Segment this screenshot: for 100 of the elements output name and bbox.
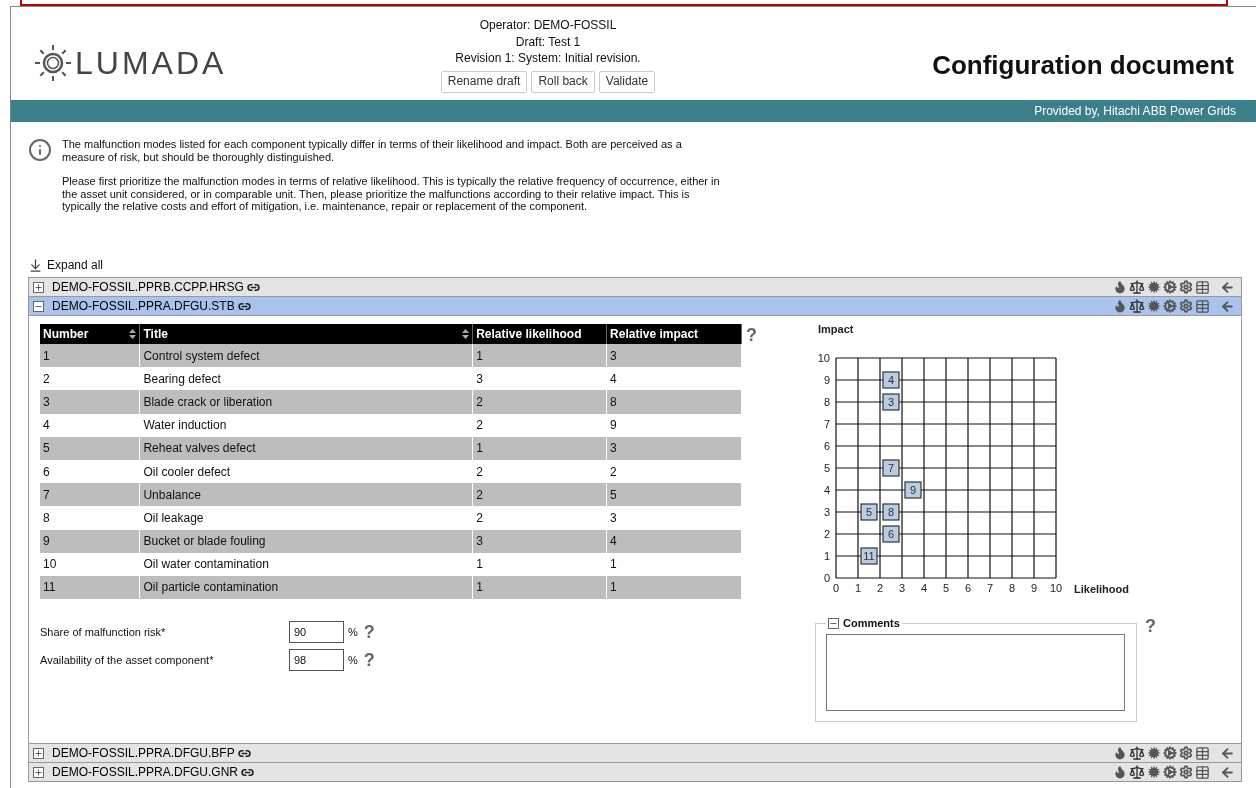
expand-icon[interactable] bbox=[33, 281, 44, 293]
gear-icon[interactable] bbox=[1179, 765, 1193, 779]
section-title: DEMO-FOSSIL.PPRB.CCPP.HRSG bbox=[52, 279, 244, 296]
table-cell: Oil leakage bbox=[139, 506, 473, 530]
y-tick-label: 8 bbox=[823, 396, 830, 408]
x-tick-label: 5 bbox=[942, 582, 950, 594]
table-cell: 4 bbox=[40, 413, 140, 437]
info-icon bbox=[28, 138, 52, 162]
expand-all-button[interactable]: Expand all bbox=[28, 257, 104, 273]
help-icon[interactable]: ? bbox=[746, 326, 757, 344]
y-tick-label: 7 bbox=[823, 418, 830, 430]
cogs-icon[interactable] bbox=[1163, 280, 1177, 294]
help-icon[interactable]: ? bbox=[363, 623, 375, 642]
x-tick-label: 9 bbox=[1030, 582, 1038, 594]
y-tick-label: 5 bbox=[823, 462, 830, 474]
section-header[interactable]: DEMO-FOSSIL.PPRA.DFGU.GNR bbox=[29, 763, 1241, 782]
toolbar-button[interactable]: Rename draft bbox=[440, 70, 528, 93]
table-cell: 2 bbox=[472, 506, 607, 530]
balance-scale-icon[interactable] bbox=[1129, 745, 1145, 761]
data-point[interactable]: 3 bbox=[882, 393, 900, 411]
table-cell: 10 bbox=[40, 552, 140, 576]
unit-text: % bbox=[348, 652, 358, 668]
gear-icon[interactable] bbox=[1179, 746, 1193, 760]
flame-icon[interactable] bbox=[1113, 765, 1127, 779]
help-icon[interactable]: ? bbox=[363, 651, 375, 670]
logo-text: LUMADA bbox=[75, 44, 227, 83]
table-cell: Blade crack or liberation bbox=[139, 390, 473, 414]
flame-icon[interactable] bbox=[1113, 299, 1127, 313]
comments-field[interactable] bbox=[826, 633, 1125, 711]
cogs-icon[interactable] bbox=[1163, 746, 1177, 760]
table-cell: 3 bbox=[40, 390, 140, 414]
data-point[interactable]: 11 bbox=[860, 547, 878, 565]
table-cell: 3 bbox=[472, 529, 607, 553]
burst-icon[interactable] bbox=[1147, 765, 1161, 779]
cogs-icon[interactable] bbox=[1163, 299, 1177, 313]
number-field[interactable]: 98 bbox=[289, 649, 344, 672]
x-tick-label: 3 bbox=[898, 582, 906, 594]
flame-icon[interactable] bbox=[1113, 280, 1127, 294]
table-icon[interactable] bbox=[1195, 298, 1210, 314]
data-point[interactable]: 7 bbox=[882, 459, 900, 477]
table-cell: Oil water contamination bbox=[139, 552, 473, 576]
table-cell: 9 bbox=[606, 413, 742, 437]
sort-icon[interactable] bbox=[462, 329, 470, 339]
toolbar-button[interactable]: Validate bbox=[598, 70, 656, 93]
table-cell: 3 bbox=[606, 506, 742, 530]
flame-icon[interactable] bbox=[1113, 746, 1127, 760]
table-icon[interactable] bbox=[1195, 279, 1210, 295]
x-tick-label: 4 bbox=[920, 582, 928, 594]
burst-icon[interactable] bbox=[1147, 746, 1161, 760]
table-cell: 2 bbox=[472, 390, 607, 414]
data-point[interactable]: 9 bbox=[904, 481, 922, 499]
data-point[interactable]: 5 bbox=[860, 503, 878, 521]
help-icon[interactable]: ? bbox=[1145, 617, 1156, 635]
cogs-icon[interactable] bbox=[1163, 765, 1177, 779]
x-tick-label: 8 bbox=[1008, 582, 1016, 594]
balance-scale-icon[interactable] bbox=[1129, 279, 1145, 295]
data-point[interactable]: 4 bbox=[882, 371, 900, 389]
data-point[interactable]: 8 bbox=[882, 503, 900, 521]
burst-icon[interactable] bbox=[1147, 280, 1161, 294]
y-tick-label: 1 bbox=[823, 550, 830, 562]
table-cell: 1 bbox=[472, 575, 607, 600]
table-cell: 8 bbox=[606, 390, 742, 414]
y-axis-title: Impact bbox=[818, 323, 854, 335]
draft-text: Draft: Test 1 bbox=[515, 33, 581, 50]
balance-scale-icon[interactable] bbox=[1129, 298, 1145, 314]
table-cell: 5 bbox=[40, 436, 140, 460]
collapse-icon[interactable] bbox=[33, 300, 44, 312]
section-header[interactable]: DEMO-FOSSIL.PPRA.DFGU.BFP bbox=[29, 744, 1241, 763]
expand-all-icon[interactable] bbox=[28, 257, 43, 273]
section-header[interactable]: DEMO-FOSSIL.PPRB.CCPP.HRSG bbox=[29, 278, 1241, 297]
collapse-icon[interactable] bbox=[828, 617, 839, 629]
table-icon[interactable] bbox=[1195, 764, 1210, 780]
data-point[interactable]: 6 bbox=[882, 525, 900, 543]
burst-icon[interactable] bbox=[1147, 299, 1161, 313]
gear-icon[interactable] bbox=[1179, 280, 1193, 294]
logo-sun-icon bbox=[33, 43, 73, 83]
table-cell: Oil particle contamination bbox=[139, 575, 473, 600]
table-icon[interactable] bbox=[1195, 745, 1210, 761]
operator-text: Operator: DEMO-FOSSIL bbox=[479, 17, 617, 34]
y-tick-label: 2 bbox=[823, 528, 830, 540]
table-cell: 1 bbox=[472, 436, 607, 460]
sort-icon[interactable] bbox=[129, 329, 137, 339]
y-tick-label: 6 bbox=[823, 440, 830, 452]
table-cell: 9 bbox=[40, 529, 140, 553]
y-tick-label: 9 bbox=[823, 374, 830, 386]
balance-scale-icon[interactable] bbox=[1129, 764, 1145, 780]
expand-icon[interactable] bbox=[33, 747, 44, 759]
unit-text: % bbox=[348, 624, 358, 640]
section-header[interactable]: DEMO-FOSSIL.PPRA.DFGU.STB bbox=[29, 297, 1241, 316]
revision-text: Revision 1: System: Initial revision. bbox=[455, 50, 641, 67]
page-title: Configuration document bbox=[932, 49, 1234, 82]
section-title: DEMO-FOSSIL.PPRA.DFGU.BFP bbox=[52, 745, 235, 762]
expand-icon[interactable] bbox=[33, 766, 44, 778]
gear-icon[interactable] bbox=[1179, 299, 1193, 313]
x-tick-label: 7 bbox=[986, 582, 994, 594]
table-cell: Reheat valves defect bbox=[139, 436, 473, 460]
table-cell: 8 bbox=[40, 506, 140, 530]
toolbar-button[interactable]: Roll back bbox=[531, 70, 595, 93]
number-field[interactable]: 90 bbox=[289, 621, 344, 644]
x-tick-label: 0 bbox=[832, 582, 840, 594]
